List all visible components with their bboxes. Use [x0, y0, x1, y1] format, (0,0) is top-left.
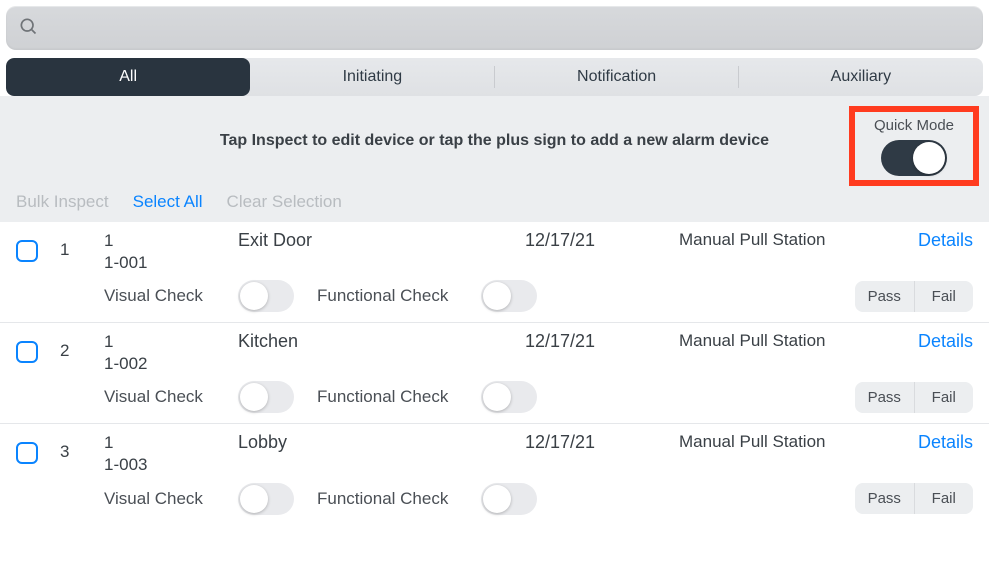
list-item: 2 1 1-002 Kitchen 12/17/21 Manual Pull S… — [0, 323, 989, 424]
device-type: Manual Pull Station — [679, 331, 889, 351]
device-id: 1 1-003 — [104, 432, 234, 476]
device-code: 1-003 — [104, 454, 234, 476]
device-location: Exit Door — [238, 230, 521, 251]
toggle-knob-icon — [240, 485, 268, 513]
device-location: Kitchen — [238, 331, 521, 352]
search-bar[interactable] — [6, 6, 983, 50]
search-icon — [18, 16, 38, 41]
bulk-actions: Bulk Inspect Select All Clear Selection — [0, 186, 989, 222]
tab-all[interactable]: All — [6, 58, 250, 96]
list-item: 3 1 1-003 Lobby 12/17/21 Manual Pull Sta… — [0, 424, 989, 524]
device-location: Lobby — [238, 432, 521, 453]
visual-check-label: Visual Check — [104, 489, 234, 509]
list-item: 1 1 1-001 Exit Door 12/17/21 Manual Pull… — [0, 222, 989, 323]
functional-check-label: Functional Check — [317, 387, 477, 407]
device-code: 1-002 — [104, 353, 234, 375]
device-group: 1 — [104, 432, 234, 454]
pass-fail-group: Pass Fail — [855, 382, 973, 413]
row-number: 2 — [60, 331, 100, 361]
toggle-knob-icon — [483, 282, 511, 310]
functional-check-label: Functional Check — [317, 286, 477, 306]
details-button[interactable]: Details — [893, 331, 973, 352]
pass-fail-group: Pass Fail — [855, 483, 973, 514]
toggle-knob-icon — [240, 282, 268, 310]
toggle-knob-icon — [483, 485, 511, 513]
select-all-button[interactable]: Select All — [133, 192, 203, 212]
device-list: 1 1 1-001 Exit Door 12/17/21 Manual Pull… — [0, 222, 989, 525]
visual-check-toggle[interactable] — [238, 280, 294, 312]
pass-fail-group: Pass Fail — [855, 281, 973, 312]
functional-check-toggle[interactable] — [481, 280, 537, 312]
instruction-row: Tap Inspect to edit device or tap the pl… — [0, 96, 989, 186]
clear-selection-button[interactable]: Clear Selection — [227, 192, 342, 212]
pass-button[interactable]: Pass — [855, 281, 915, 312]
app-root: { "search": { "placeholder": "" }, "tabs… — [0, 0, 989, 525]
row-number: 3 — [60, 432, 100, 462]
visual-check-toggle[interactable] — [238, 381, 294, 413]
visual-check-toggle[interactable] — [238, 483, 294, 515]
row-checkbox[interactable] — [16, 341, 38, 363]
tab-auxiliary[interactable]: Auxiliary — [739, 58, 983, 96]
device-date: 12/17/21 — [525, 331, 675, 352]
fail-button[interactable]: Fail — [915, 382, 974, 413]
toggle-knob-icon — [913, 142, 945, 174]
toggle-knob-icon — [240, 383, 268, 411]
row-checkbox[interactable] — [16, 442, 38, 464]
tab-notification[interactable]: Notification — [495, 58, 739, 96]
device-date: 12/17/21 — [525, 432, 675, 453]
device-group: 1 — [104, 230, 234, 252]
functional-check-toggle[interactable] — [481, 483, 537, 515]
device-group: 1 — [104, 331, 234, 353]
instruction-text: Tap Inspect to edit device or tap the pl… — [220, 132, 769, 150]
functional-check-toggle[interactable] — [481, 381, 537, 413]
details-button[interactable]: Details — [893, 432, 973, 453]
visual-check-label: Visual Check — [104, 286, 234, 306]
toggle-knob-icon — [483, 383, 511, 411]
device-id: 1 1-002 — [104, 331, 234, 375]
pass-button[interactable]: Pass — [855, 483, 915, 514]
tab-initiating[interactable]: Initiating — [250, 58, 494, 96]
bulk-inspect-button[interactable]: Bulk Inspect — [16, 192, 109, 212]
row-checkbox[interactable] — [16, 240, 38, 262]
quick-mode-toggle[interactable] — [881, 140, 947, 176]
quick-mode-label: Quick Mode — [874, 117, 954, 134]
device-type: Manual Pull Station — [679, 432, 889, 452]
device-id: 1 1-001 — [104, 230, 234, 274]
row-number: 1 — [60, 230, 100, 260]
filter-tabs: All Initiating Notification Auxiliary — [6, 58, 983, 96]
fail-button[interactable]: Fail — [915, 483, 974, 514]
functional-check-label: Functional Check — [317, 489, 477, 509]
visual-check-label: Visual Check — [104, 387, 234, 407]
search-input[interactable] — [46, 18, 971, 38]
pass-button[interactable]: Pass — [855, 382, 915, 413]
device-date: 12/17/21 — [525, 230, 675, 251]
device-type: Manual Pull Station — [679, 230, 889, 250]
details-button[interactable]: Details — [893, 230, 973, 251]
quick-mode-highlight: Quick Mode — [849, 106, 979, 186]
fail-button[interactable]: Fail — [915, 281, 974, 312]
device-code: 1-001 — [104, 252, 234, 274]
